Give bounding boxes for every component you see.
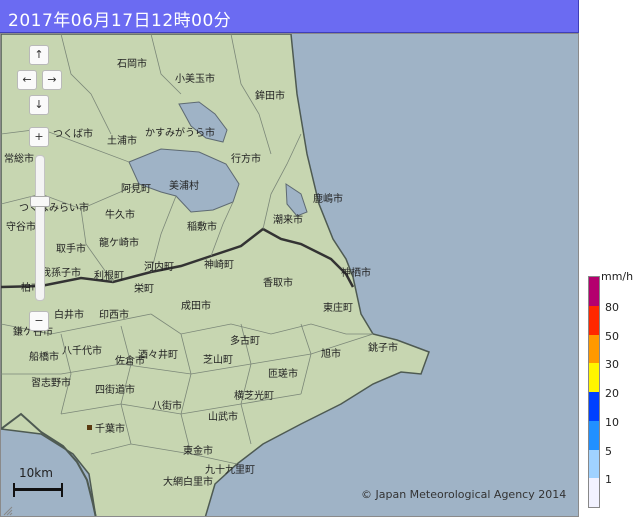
place-label: 鹿嶋市 [313, 194, 343, 205]
place-label: 多古町 [230, 336, 260, 347]
legend-swatch [589, 334, 599, 364]
place-label: 神崎町 [204, 260, 234, 271]
place-label: 匝瑳市 [268, 369, 298, 380]
place-label: 東庄町 [323, 303, 353, 314]
place-label: 大網白里市 [163, 477, 213, 488]
legend-label: 1 [605, 473, 612, 487]
place-label: 土浦市 [107, 136, 137, 147]
legend-label: 5 [605, 444, 612, 458]
place-label: 阿見町 [121, 184, 151, 195]
legend-label: 30 [605, 358, 619, 372]
place-label: 印西市 [99, 310, 129, 321]
place-label: 我孫子市 [41, 268, 81, 279]
place-label: 神栖市 [341, 268, 371, 279]
place-label: 石岡市 [117, 59, 147, 70]
zoom-in-button[interactable]: + [29, 127, 49, 147]
place-label: 八街市 [152, 401, 182, 412]
place-label: 八千代市 [62, 346, 102, 357]
place-label: 小美玉市 [175, 74, 215, 85]
place-label: 銚子市 [368, 343, 398, 354]
title-bar: 2017年06月17日12時00分 [0, 0, 579, 33]
legend-label: 10 [605, 415, 619, 429]
map-view[interactable]: 石岡市 小美玉市 鉾田市 つくば市 土浦市 かすみがうら市 常総市 行方市 阿見… [0, 33, 579, 517]
pan-up-button[interactable]: ↑ [29, 45, 49, 65]
legend-swatch [589, 478, 599, 507]
legend-swatch [589, 449, 599, 479]
place-label: 成田市 [181, 301, 211, 312]
legend-label: 20 [605, 387, 619, 400]
legend-swatch [589, 392, 599, 421]
place-label: 稲敷市 [187, 222, 217, 233]
place-label: かすみがうら市 [145, 128, 215, 139]
resize-grip-icon[interactable] [1, 504, 13, 516]
place-label: 龍ケ崎市 [99, 238, 139, 249]
scale-bar [13, 483, 63, 497]
zoom-slider-handle[interactable] [30, 196, 50, 207]
page-title: 2017年06月17日12時00分 [8, 11, 232, 31]
place-label: 旭市 [321, 349, 341, 360]
scale-label: 10km [19, 466, 53, 480]
place-label: 香取市 [263, 278, 293, 289]
pan-down-button[interactable]: ↓ [29, 95, 49, 115]
copyright-text: © Japan Meteorological Agency 2014 [361, 488, 567, 501]
place-label: 潮来市 [273, 215, 303, 226]
place-label: 常総市 [4, 154, 34, 165]
pan-left-button[interactable]: ← [17, 70, 37, 90]
legend-swatch [589, 420, 599, 450]
legend-unit: mm/h [601, 270, 634, 283]
place-label: 山武市 [208, 412, 238, 423]
map-canvas [1, 34, 430, 516]
legend-swatch [589, 277, 599, 306]
place-label: 酒々井町 [138, 350, 178, 361]
legend-label: 50 [605, 329, 619, 343]
legend-swatch [589, 305, 599, 335]
zoom-out-button[interactable]: − [29, 311, 49, 331]
place-label: 取手市 [56, 244, 86, 255]
place-label: 守谷市 [6, 222, 36, 233]
precipitation-legend [588, 276, 600, 508]
place-label: 河内町 [144, 262, 174, 273]
place-label: つくば市 [53, 129, 93, 140]
place-label: 東金市 [183, 446, 213, 457]
legend-label: 80 [605, 300, 619, 314]
place-label: 横芝光町 [234, 391, 274, 402]
zoom-slider-track[interactable] [35, 155, 45, 301]
pan-right-button[interactable]: → [42, 70, 62, 90]
place-label: 栄町 [134, 284, 154, 295]
place-label: 千葉市 [95, 424, 125, 435]
legend-swatch [589, 363, 599, 392]
place-label: 習志野市 [31, 378, 71, 389]
place-label: 四街道市 [95, 385, 135, 396]
place-label: 芝山町 [203, 355, 233, 366]
place-label: 九十九里町 [205, 465, 255, 476]
place-label: 白井市 [54, 310, 84, 321]
place-label: 利根町 [94, 271, 124, 282]
place-label: 行方市 [231, 154, 261, 165]
place-label: 牛久市 [105, 210, 135, 221]
place-label: 鉾田市 [255, 91, 285, 102]
location-marker [87, 425, 92, 430]
place-label: 船橋市 [29, 352, 59, 363]
place-label: 美浦村 [169, 181, 199, 192]
